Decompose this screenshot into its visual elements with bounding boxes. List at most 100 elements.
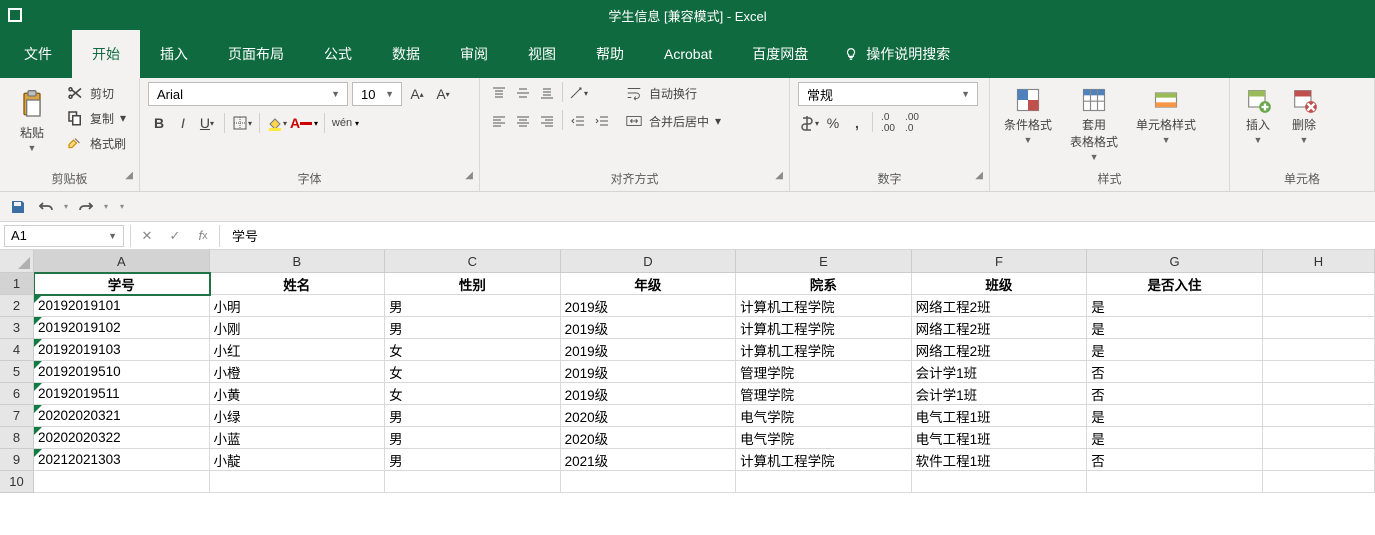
cut-button[interactable]: 剪切 [62,82,130,104]
cell[interactable]: 小红 [210,339,386,361]
cell[interactable]: 女 [385,383,561,405]
cell[interactable]: 男 [385,449,561,471]
column-header[interactable]: G [1087,250,1263,273]
border-button[interactable]: ▾ [231,112,253,134]
font-color-button[interactable]: A [290,112,312,134]
decrease-font-button[interactable]: A▾ [432,83,454,105]
insert-function-button[interactable]: fx [189,225,217,247]
percent-button[interactable]: % [822,112,844,134]
cell[interactable]: 男 [385,427,561,449]
cell[interactable]: 2019级 [561,295,737,317]
align-center-button[interactable] [512,110,534,132]
row-header[interactable]: 1 [0,273,34,295]
tell-me-search[interactable]: 操作说明搜索 [828,44,966,64]
tab-insert[interactable]: 插入 [140,30,208,78]
row-header[interactable]: 9 [0,449,34,471]
italic-button[interactable]: I [172,112,194,134]
increase-indent-button[interactable] [591,110,613,132]
cell[interactable]: 20192019101 [34,295,210,317]
cell[interactable]: 女 [385,339,561,361]
cell[interactable]: 计算机工程学院 [736,339,912,361]
row-header[interactable]: 5 [0,361,34,383]
cell[interactable]: 院系 [736,273,912,295]
underline-button[interactable]: U▾ [196,112,218,134]
formula-value[interactable]: 学号 [222,226,1375,245]
redo-button[interactable] [76,197,96,217]
font-size-combo[interactable]: 10▼ [352,82,402,106]
undo-button[interactable] [36,197,56,217]
decrease-decimal-button[interactable]: .00.0 [901,112,923,134]
cell[interactable]: 电气学院 [736,405,912,427]
cell[interactable] [1263,449,1375,471]
cell[interactable]: 2020级 [561,405,737,427]
cell[interactable]: 管理学院 [736,383,912,405]
cell[interactable]: 小绿 [210,405,386,427]
cell[interactable] [561,471,737,493]
cell[interactable]: 男 [385,405,561,427]
align-left-button[interactable] [488,110,510,132]
name-box[interactable]: A1▼ [4,225,124,247]
cell[interactable]: 是 [1087,295,1263,317]
select-all-corner[interactable] [0,250,34,273]
fill-color-button[interactable]: ▾ [266,112,288,134]
phonetic-button[interactable]: wén [331,112,353,134]
decrease-indent-button[interactable] [567,110,589,132]
cell[interactable]: 小黄 [210,383,386,405]
cell[interactable] [1263,317,1375,339]
wrap-text-button[interactable]: 自动换行 [621,82,781,104]
qat-customize-icon[interactable]: ▾ [120,202,124,211]
cell[interactable]: 女 [385,361,561,383]
column-header[interactable]: C [385,250,561,273]
tab-help[interactable]: 帮助 [576,30,644,78]
cell[interactable] [1087,471,1263,493]
dialog-launcher-icon[interactable]: ◢ [465,170,473,181]
row-header[interactable]: 6 [0,383,34,405]
cell[interactable]: 会计学1班 [912,383,1088,405]
tab-data[interactable]: 数据 [372,30,440,78]
cell[interactable]: 2019级 [561,361,737,383]
chevron-down-icon[interactable]: ▼ [108,231,117,241]
chevron-down-icon[interactable]: ▾ [355,119,359,128]
cell[interactable]: 2021级 [561,449,737,471]
dialog-launcher-icon[interactable]: ◢ [975,170,983,181]
cell[interactable]: 学号 [34,273,210,295]
align-top-button[interactable] [488,82,510,104]
cell[interactable]: 小橙 [210,361,386,383]
cell[interactable]: 2020级 [561,427,737,449]
format-table-button[interactable]: 套用 表格格式▼ [1064,82,1124,166]
cell[interactable]: 是否入住 [1087,273,1263,295]
save-button[interactable] [8,197,28,217]
cell[interactable]: 男 [385,295,561,317]
tab-review[interactable]: 审阅 [440,30,508,78]
cell[interactable]: 20192019103 [34,339,210,361]
increase-decimal-button[interactable]: .0.00 [877,112,899,134]
cell[interactable] [1263,273,1375,295]
cell[interactable] [1263,295,1375,317]
copy-button[interactable]: 复制 ▾ [62,107,130,129]
chevron-down-icon[interactable]: ▼ [958,89,973,99]
cell[interactable]: 否 [1087,383,1263,405]
cell[interactable] [385,471,561,493]
increase-font-button[interactable]: A▴ [406,83,428,105]
cell[interactable]: 小蓝 [210,427,386,449]
align-right-button[interactable] [536,110,558,132]
cell[interactable]: 2019级 [561,339,737,361]
conditional-format-button[interactable]: 条件格式▼ [998,82,1058,149]
cell[interactable]: 是 [1087,405,1263,427]
cell[interactable]: 20212021303 [34,449,210,471]
cell[interactable]: 软件工程1班 [912,449,1088,471]
cell[interactable]: 否 [1087,449,1263,471]
cell[interactable]: 姓名 [210,273,386,295]
cell[interactable]: 电气工程1班 [912,405,1088,427]
chevron-down-icon[interactable]: ▾ [64,202,68,211]
align-middle-button[interactable] [512,82,534,104]
tab-formulas[interactable]: 公式 [304,30,372,78]
column-header[interactable]: H [1263,250,1375,273]
cell[interactable]: 年级 [561,273,737,295]
cell[interactable]: 20202020322 [34,427,210,449]
row-header[interactable]: 8 [0,427,34,449]
dialog-launcher-icon[interactable]: ◢ [775,170,783,181]
tab-acrobat[interactable]: Acrobat [644,32,732,76]
row-header[interactable]: 4 [0,339,34,361]
cell[interactable]: 网络工程2班 [912,295,1088,317]
